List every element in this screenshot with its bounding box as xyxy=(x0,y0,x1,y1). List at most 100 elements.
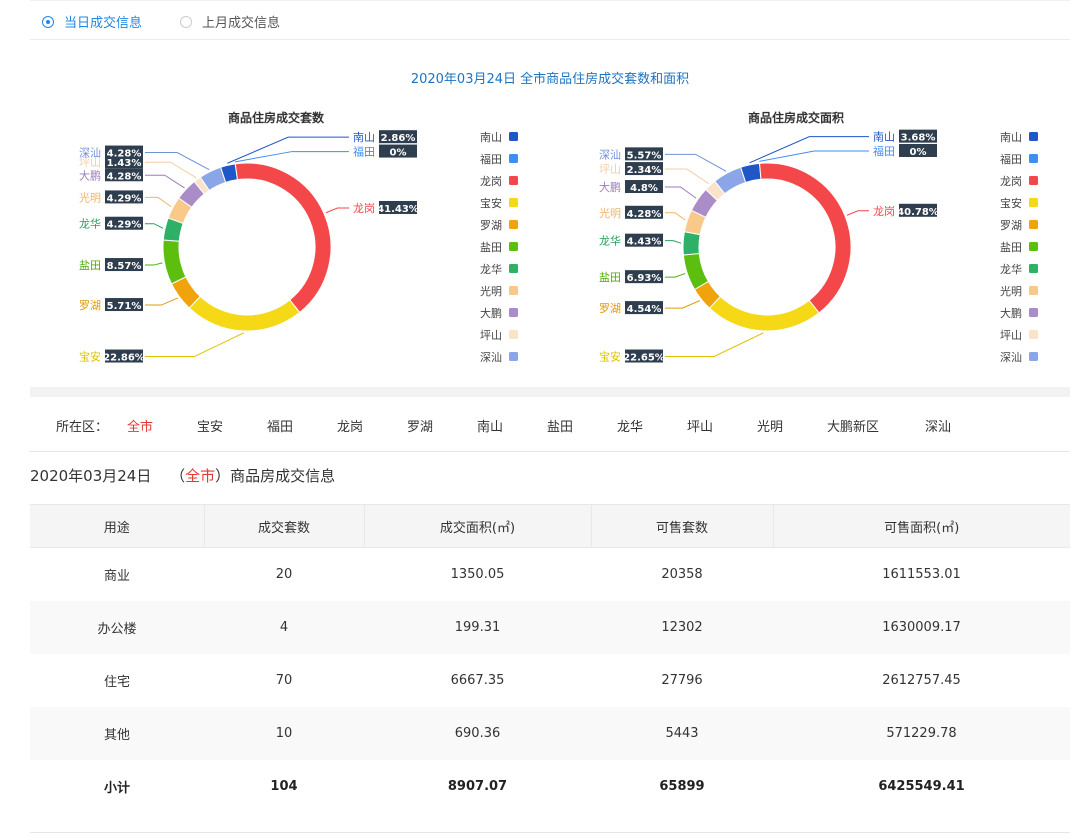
filter-item-shenshan[interactable]: 深汕 xyxy=(925,416,951,435)
donut-charts: 商品住房成交套数南山 2.86%福田 0%龙岗 41.43%宝安 22.86%罗湖 5.7… xyxy=(79,110,1038,364)
slice-name-label: 南山 xyxy=(353,131,375,144)
legend-swatch[interactable] xyxy=(1029,154,1038,163)
table-cell: 其他 xyxy=(30,707,204,760)
legend-label[interactable]: 南山 xyxy=(480,131,502,144)
transaction-table: 用途 成交套数 成交面积(㎡) 可售套数 可售面积(㎡) 商业 20 1350.… xyxy=(30,504,1070,813)
slice-value-label: 2.34% xyxy=(627,165,662,176)
column-header: 用途 xyxy=(30,504,205,548)
legend-swatch[interactable] xyxy=(509,132,518,141)
legend-label[interactable]: 龙岗 xyxy=(480,175,502,188)
slice-value-label: 22.86% xyxy=(103,353,145,364)
legend-label[interactable]: 光明 xyxy=(1000,284,1022,298)
table-row: 办公楼 4 199.31 12302 1630009.17 xyxy=(30,601,1070,654)
legend-label[interactable]: 坪山 xyxy=(1000,329,1022,342)
filter-item-guangming[interactable]: 光明 xyxy=(757,416,783,435)
radio-today[interactable]: 当日成交信息 xyxy=(42,12,142,31)
legend-swatch[interactable] xyxy=(509,286,518,295)
legend-swatch[interactable] xyxy=(509,198,518,207)
slice-name-label: 宝安 xyxy=(599,350,621,364)
filter-item-yantian[interactable]: 盐田 xyxy=(547,416,573,435)
leader-line xyxy=(145,262,163,266)
legend-swatch[interactable] xyxy=(1029,220,1038,229)
slice-name-label: 福田 xyxy=(873,144,895,158)
legend-label[interactable]: 盐田 xyxy=(480,241,502,254)
legend-label[interactable]: 深汕 xyxy=(480,351,502,364)
slice-value-label: 2.86% xyxy=(381,133,416,144)
table-cell: 办公楼 xyxy=(30,601,204,654)
legend-label[interactable]: 罗湖 xyxy=(1000,219,1022,232)
slice-name-label: 罗湖 xyxy=(79,299,101,312)
legend-swatch[interactable] xyxy=(1029,330,1038,339)
slice-value-label: 4.29% xyxy=(107,220,142,231)
legend-label[interactable]: 深汕 xyxy=(1000,351,1022,364)
slice-name-label: 深汕 xyxy=(79,147,101,160)
legend-label[interactable]: 龙岗 xyxy=(1000,175,1022,188)
filter-item-nanshan[interactable]: 南山 xyxy=(477,416,503,435)
legend-label[interactable]: 宝安 xyxy=(480,196,502,210)
legend-label[interactable]: 罗湖 xyxy=(480,219,502,232)
table-cell: 6667.35 xyxy=(450,673,505,688)
legend-label[interactable]: 福田 xyxy=(480,152,502,166)
slice-name-label: 光明 xyxy=(599,206,621,220)
legend-label[interactable]: 坪山 xyxy=(480,329,502,342)
filter-item-pingshan[interactable]: 坪山 xyxy=(687,416,713,435)
table-header-row: 用途 成交套数 成交面积(㎡) 可售套数 可售面积(㎡) xyxy=(30,504,1070,548)
table-cell: 2612757.45 xyxy=(882,673,961,688)
legend-swatch[interactable] xyxy=(1029,264,1038,273)
filter-item-longhua[interactable]: 龙华 xyxy=(617,416,643,435)
legend-label[interactable]: 福田 xyxy=(1000,152,1022,166)
leader-line xyxy=(759,150,869,162)
legend-label[interactable]: 大鹏 xyxy=(1000,306,1022,320)
legend-swatch[interactable] xyxy=(1029,198,1038,207)
slice-name-label: 福田 xyxy=(353,145,375,159)
table-cell: 27796 xyxy=(661,673,703,688)
slice-name-label: 盐田 xyxy=(599,271,621,284)
legend-swatch[interactable] xyxy=(1029,176,1038,185)
legend-swatch[interactable] xyxy=(509,330,518,339)
leader-line xyxy=(665,240,682,244)
table-cell: 商业 xyxy=(103,569,130,584)
donut-slice xyxy=(188,295,301,332)
legend-swatch[interactable] xyxy=(509,264,518,273)
radio-last-month[interactable]: 上月成交信息 xyxy=(180,12,280,31)
filter-item-baoan[interactable]: 宝安 xyxy=(197,416,223,435)
legend-swatch[interactable] xyxy=(1029,286,1038,295)
donut-chart-2: 商品住房成交面积南山 3.68%福田 0%龙岗 40.78%宝安 22.65%罗湖 4.5… xyxy=(599,110,1038,364)
column-header: 可售面积(㎡) xyxy=(773,504,1070,548)
legend-swatch[interactable] xyxy=(509,154,518,163)
legend-swatch[interactable] xyxy=(509,242,518,251)
legend-swatch[interactable] xyxy=(509,352,518,361)
filter-item-futian[interactable]: 福田 xyxy=(267,416,293,435)
legend-swatch[interactable] xyxy=(509,308,518,317)
filter-item-dapeng[interactable]: 大鹏新区 xyxy=(827,416,879,435)
legend-swatch[interactable] xyxy=(1029,352,1038,361)
leader-line xyxy=(145,297,178,306)
filter-item-luohu[interactable]: 罗湖 xyxy=(407,416,433,435)
legend-swatch[interactable] xyxy=(1029,308,1038,317)
legend-label[interactable]: 盐田 xyxy=(1000,241,1022,254)
leader-line xyxy=(145,223,164,229)
slice-name-label: 宝安 xyxy=(79,350,101,364)
donut-slice xyxy=(708,295,820,332)
legend-label[interactable]: 龙华 xyxy=(480,262,502,276)
donut-chart-1: 商品住房成交套数南山 2.86%福田 0%龙岗 41.43%宝安 22.86%罗湖 5.7… xyxy=(79,110,518,364)
slice-value-label: 8.57% xyxy=(107,261,142,272)
slice-name-label: 龙华 xyxy=(599,234,621,248)
legend-label[interactable]: 龙华 xyxy=(1000,262,1022,276)
filter-item-longgang[interactable]: 龙岗 xyxy=(337,416,363,435)
table-cell: 住宅 xyxy=(103,675,130,690)
legend-swatch[interactable] xyxy=(1029,132,1038,141)
donut-slice xyxy=(234,162,332,314)
legend-swatch[interactable] xyxy=(509,220,518,229)
filter-item-all[interactable]: 全市 xyxy=(127,416,153,435)
legend-swatch[interactable] xyxy=(509,176,518,185)
leader-line xyxy=(145,152,210,171)
legend-label[interactable]: 宝安 xyxy=(1000,196,1022,210)
legend-swatch[interactable] xyxy=(1029,242,1038,251)
slice-value-label: 0% xyxy=(910,147,927,158)
legend-label[interactable]: 大鹏 xyxy=(480,306,502,320)
chart-main-title: 2020年03月24日 全市商品住房成交套数和面积 xyxy=(410,72,690,87)
legend-label[interactable]: 南山 xyxy=(1000,131,1022,144)
leader-line xyxy=(749,136,869,164)
legend-label[interactable]: 光明 xyxy=(480,284,502,298)
